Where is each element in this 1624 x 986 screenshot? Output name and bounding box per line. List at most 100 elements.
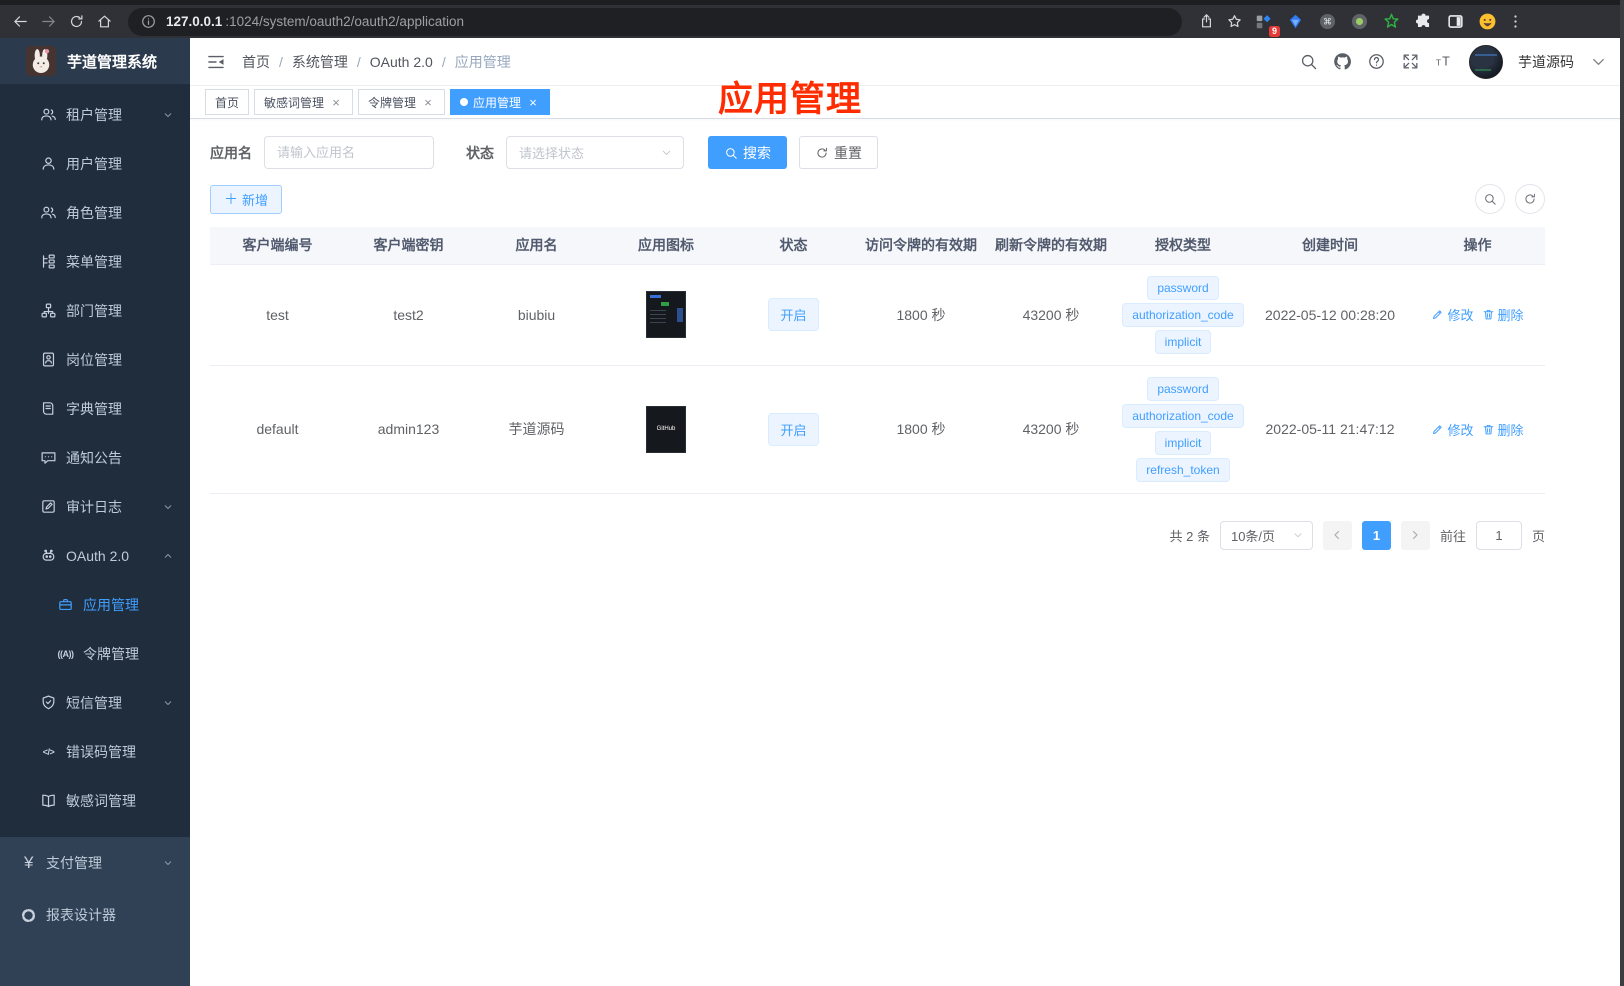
sidebar-item-user[interactable]: 用户管理 (0, 139, 190, 188)
sidebar-item-label: 令牌管理 (83, 645, 139, 662)
edit-link[interactable]: 修改 (1431, 420, 1474, 439)
sidebar-item-post[interactable]: 岗位管理 (0, 335, 190, 384)
close-icon[interactable]: × (421, 95, 435, 109)
site-info-icon[interactable] (140, 13, 157, 30)
column-header-actions: 操作 (1410, 227, 1545, 264)
sidebar-item-label: 部门管理 (66, 302, 122, 319)
cell-name: biubiu (472, 264, 601, 366)
sidebar-item-menu[interactable]: 菜单管理 (0, 237, 190, 286)
breadcrumb-separator: / (279, 53, 283, 70)
sidebar: 芋道管理系统 租户管理 用户管理 角色管理菜单管理部门管理岗位管理字典管理 通知公告审… (0, 38, 190, 986)
tab-label: 首页 (215, 95, 240, 110)
browser-reload-icon[interactable] (62, 8, 90, 36)
sidebar-item-label: 应用管理 (83, 596, 139, 613)
help-icon[interactable] (1367, 52, 1386, 71)
browser-menu-icon[interactable] (1501, 8, 1529, 36)
chevron-down-icon (162, 109, 174, 121)
fullscreen-icon[interactable] (1401, 52, 1420, 71)
ext-password-grid-icon[interactable]: 9 (1250, 8, 1280, 37)
sidebar-item-audit[interactable]: 审计日志 (0, 482, 190, 531)
status-select[interactable]: 请选择状态 (506, 136, 684, 169)
address-bar[interactable]: 127.0.0.1 :1024/system/oauth2/oauth2/app… (128, 7, 1182, 36)
table-body: test test2 biubiu 开启 1800 秒 43200 秒 password au… (210, 264, 1545, 494)
user-caret-down-icon[interactable] (1589, 52, 1608, 71)
breadcrumb-item[interactable]: 系统管理 (292, 52, 348, 72)
sidebar-item-dept[interactable]: 部门管理 (0, 286, 190, 335)
toggle-search-button[interactable] (1475, 184, 1505, 214)
grant-type-tag: refresh_token (1136, 457, 1230, 482)
ext-split-square-icon[interactable] (1442, 8, 1469, 35)
breadcrumb-item[interactable]: 首页 (242, 52, 270, 72)
sidebar-item-label: 短信管理 (66, 694, 122, 711)
open-book-icon (40, 792, 57, 809)
sidebar-item-oauth2[interactable]: OAuth 2.0 (0, 531, 190, 580)
reset-button[interactable]: 重置 (799, 136, 878, 169)
sidebar-collapse-icon[interactable] (206, 52, 226, 72)
search-button[interactable]: 搜索 (708, 136, 787, 169)
column-header-access: 访问令牌的有效期 (856, 227, 986, 264)
ext-emoji-face-icon[interactable] (1474, 8, 1501, 35)
goto-page-input[interactable] (1475, 520, 1522, 550)
sidebar-item-sms[interactable]: 短信管理 (0, 678, 190, 727)
delete-link[interactable]: 删除 (1482, 420, 1524, 439)
tab-令牌管理[interactable]: 令牌管理 × (358, 89, 446, 115)
header-search-icon[interactable] (1299, 52, 1318, 71)
sidebar-item-label: 岗位管理 (66, 351, 122, 368)
sidebar-item-role[interactable]: 角色管理 (0, 188, 190, 237)
cell-secret: test2 (345, 264, 472, 366)
sidebar-item-report[interactable]: 报表设计器 (0, 889, 190, 941)
sidebar-item-notice[interactable]: 通知公告 (0, 433, 190, 482)
username[interactable]: 芋道源码 (1518, 52, 1574, 72)
ext-record-circle-icon[interactable] (1346, 8, 1373, 35)
cell-create_time: 2022-05-11 21:47:12 (1250, 365, 1410, 494)
browser-back-icon[interactable] (6, 8, 34, 36)
page-1-button[interactable]: 1 (1361, 520, 1391, 550)
url-host: 127.0.0.1 (166, 14, 223, 29)
sidebar-item-label: OAuth 2.0 (66, 547, 130, 564)
chevron-up-icon (162, 550, 174, 562)
tab-应用管理[interactable]: 应用管理 × (450, 89, 551, 115)
column-header-refresh: 刷新令牌的有效期 (986, 227, 1116, 264)
next-page-button[interactable] (1400, 520, 1430, 550)
ext-blue-gem-icon[interactable] (1282, 8, 1309, 35)
bookmark-star-icon[interactable] (1220, 8, 1248, 36)
book-icon (40, 400, 57, 417)
github-icon[interactable] (1333, 52, 1352, 71)
sidebar-item-pay[interactable]: ¥ 支付管理 (0, 837, 190, 889)
app-name-input[interactable] (264, 136, 434, 169)
close-icon[interactable]: × (526, 95, 540, 109)
tab-首页[interactable]: 首页 (205, 89, 250, 115)
user-avatar[interactable] (1469, 44, 1503, 79)
sidebar-item-app[interactable]: 应用管理 (0, 580, 190, 629)
share-icon[interactable] (1192, 8, 1220, 36)
sidebar-item-errcode[interactable]: </> 错误码管理 (0, 727, 190, 776)
prev-page-button[interactable] (1322, 520, 1352, 550)
sidebar-item-token[interactable]: ((A)) 令牌管理 (0, 629, 190, 678)
cell-icon (601, 264, 731, 366)
sidebar-item-dict[interactable]: 字典管理 (0, 384, 190, 433)
sidebar-item-label: 审计日志 (66, 498, 122, 515)
table-refresh-button[interactable] (1515, 184, 1545, 214)
ext-command-circle-icon[interactable]: ⌘ (1314, 8, 1341, 35)
browser-home-icon[interactable] (90, 8, 118, 36)
add-button[interactable]: ＋ 新增 (210, 184, 283, 214)
navbar-actions: TT 芋道源码 (1299, 44, 1608, 79)
users-icon (40, 106, 57, 123)
cell-actions: 修改 删除 (1410, 264, 1545, 366)
edit-link[interactable]: 修改 (1431, 305, 1474, 324)
tab-敏感词管理[interactable]: 敏感词管理 × (254, 89, 354, 115)
status-tag: 开启 (768, 298, 819, 331)
browser-forward-icon[interactable] (34, 8, 62, 36)
app-logo[interactable]: 芋道管理系统 (0, 38, 190, 84)
ext-puzzle-icon[interactable] (1410, 8, 1437, 35)
sidebar-item-label: 菜单管理 (66, 253, 122, 270)
close-icon[interactable]: × (329, 95, 343, 109)
page-size-select[interactable]: 10条/页 (1219, 520, 1313, 550)
sidebar-item-sensitive[interactable]: 敏感词管理 (0, 776, 190, 825)
sidebar-item-tenant[interactable]: 租户管理 (0, 90, 190, 139)
cell-actions: 修改 删除 (1410, 365, 1545, 494)
breadcrumb-item[interactable]: OAuth 2.0 (370, 54, 433, 70)
ext-green-star-icon[interactable] (1378, 8, 1405, 35)
font-size-icon[interactable]: TT (1435, 52, 1454, 71)
delete-link[interactable]: 删除 (1482, 305, 1524, 324)
